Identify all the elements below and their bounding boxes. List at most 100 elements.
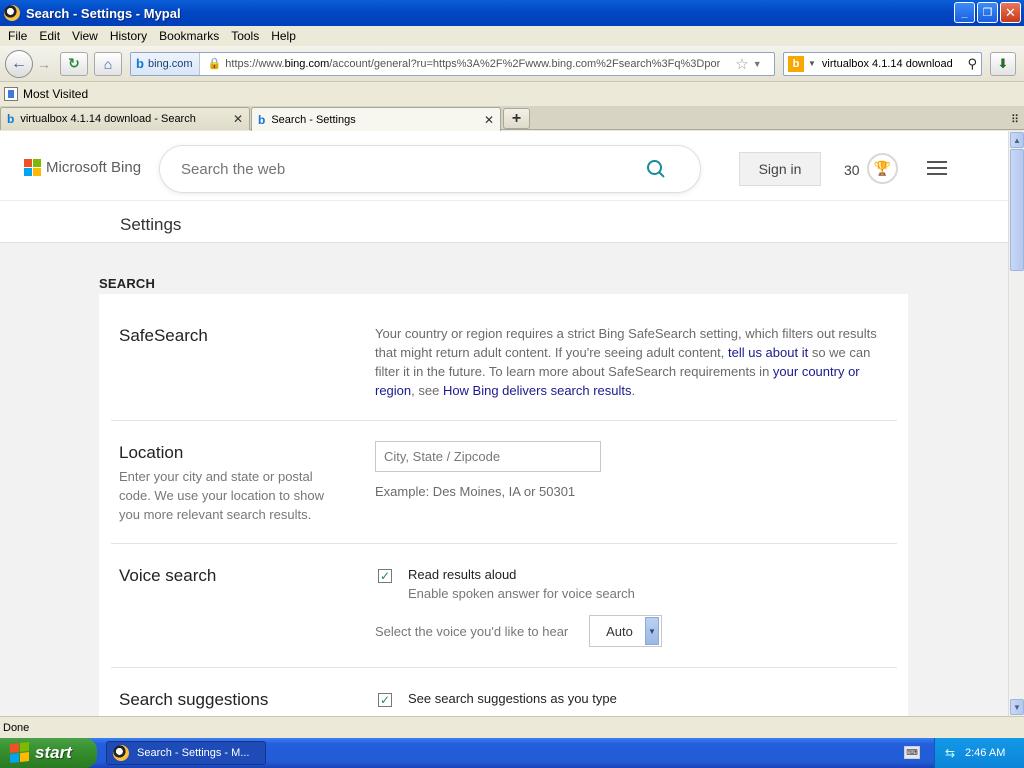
location-row: Location Enter your city and state or po…: [111, 421, 897, 544]
chevron-down-icon[interactable]: ▼: [645, 617, 659, 645]
taskbar-item-mypal[interactable]: Search - Settings - M...: [106, 741, 266, 765]
search-bar-query[interactable]: virtualbox 4.1.14 download: [822, 58, 968, 70]
back-arrow-icon: ←: [11, 54, 27, 72]
checkmark-icon: ✓: [379, 569, 391, 583]
tab-close-icon[interactable]: ✕: [233, 112, 243, 126]
tab-strip: b virtualbox 4.1.14 download - Search ✕ …: [0, 106, 1024, 131]
url-text[interactable]: https://www.bing.com/account/general?ru=…: [225, 58, 729, 70]
bookmarks-toolbar: Most Visited: [0, 83, 1024, 105]
voice-select[interactable]: Auto ▼: [589, 615, 662, 647]
scrollbar-thumb[interactable]: [1010, 149, 1024, 271]
menu-bookmarks[interactable]: Bookmarks: [153, 29, 225, 43]
desktop: Search - Settings - Mypal _ ❐ ✕ File Edi…: [0, 0, 1024, 768]
settings-bar: Settings: [0, 201, 1008, 243]
reload-button[interactable]: ↻: [60, 51, 88, 76]
suggestions-checkbox[interactable]: ✓: [378, 693, 392, 707]
mypal-app-icon: [4, 5, 20, 21]
section-heading-search: SEARCH: [99, 276, 156, 291]
close-button[interactable]: ✕: [1000, 2, 1021, 23]
downloads-button[interactable]: ⬇: [990, 51, 1016, 76]
page-title: Settings: [120, 215, 182, 234]
forward-arrow-icon: →: [37, 55, 51, 72]
search-go-icon[interactable]: ⚲: [967, 56, 977, 72]
hamburger-menu-icon[interactable]: [927, 161, 947, 175]
forward-button[interactable]: →: [34, 53, 54, 75]
bing-search-input[interactable]: [181, 160, 641, 178]
new-tab-button[interactable]: +: [503, 108, 530, 129]
window-title: Search - Settings - Mypal: [26, 5, 181, 21]
windows-logo-icon: [10, 742, 30, 764]
voice-search-title: Voice search: [119, 566, 217, 585]
tab-search-settings[interactable]: b Search - Settings ✕: [251, 107, 501, 131]
taskbar-item-label: Search - Settings - M...: [137, 747, 250, 759]
search-icon[interactable]: [645, 158, 667, 180]
search-bar[interactable]: b ▼ virtualbox 4.1.14 download ⚲: [783, 51, 982, 76]
site-identity-button[interactable]: b bing.com: [131, 52, 200, 75]
bookmark-most-visited[interactable]: Most Visited: [23, 87, 88, 101]
menu-edit[interactable]: Edit: [33, 29, 66, 43]
voice-search-row: Voice search ✓ Read results aloud Enable…: [111, 544, 897, 668]
status-bar: Done: [0, 716, 1024, 738]
url-dropdown-icon[interactable]: ▼: [753, 59, 762, 69]
tab-list-icon[interactable]: ⠿: [1011, 113, 1019, 126]
network-icon[interactable]: ⇆: [943, 746, 957, 760]
sign-in-button[interactable]: Sign in: [739, 152, 821, 186]
search-suggestions-row: Search suggestions ✓ See search suggesti…: [111, 668, 897, 716]
tab-label: Search - Settings: [271, 113, 356, 126]
menu-view[interactable]: View: [66, 29, 104, 43]
navigation-toolbar: ← → ↻ ⌂ b bing.com 🔒 https://www.bing.co…: [0, 46, 1024, 82]
back-button[interactable]: ←: [5, 49, 33, 78]
taskbar: start Search - Settings - M... ⌨ ⇆ 2:46 …: [0, 738, 1024, 768]
search-suggestions-title: Search suggestions: [119, 690, 269, 709]
safesearch-row: SafeSearch Your country or region requir…: [111, 294, 897, 421]
reload-icon: ↻: [68, 55, 80, 71]
tab-virtualbox-search[interactable]: b virtualbox 4.1.14 download - Search ✕: [0, 107, 250, 130]
read-aloud-sublabel: Enable spoken answer for voice search: [408, 586, 635, 601]
menu-history[interactable]: History: [104, 29, 153, 43]
menu-bar: File Edit View History Bookmarks Tools H…: [0, 26, 1024, 46]
menu-tools[interactable]: Tools: [225, 29, 265, 43]
scroll-up-icon[interactable]: ▲: [1010, 132, 1024, 148]
bing-search-box[interactable]: [160, 146, 700, 192]
read-aloud-label[interactable]: Read results aloud: [408, 567, 516, 582]
home-button[interactable]: ⌂: [94, 51, 122, 76]
start-button[interactable]: start: [0, 738, 97, 768]
suggestions-label[interactable]: See search suggestions as you type: [408, 691, 617, 706]
download-arrow-icon: ⬇: [997, 55, 1009, 71]
address-bar[interactable]: b bing.com 🔒 https://www.bing.com/accoun…: [130, 51, 775, 76]
voice-select-value: Auto: [606, 623, 633, 639]
safesearch-text: Your country or region requires a strict…: [375, 324, 890, 400]
bing-brand-text: Microsoft Bing: [46, 159, 142, 176]
location-input[interactable]: City, State / Zipcode: [375, 441, 601, 472]
checkmark-icon: ✓: [379, 693, 391, 707]
page-scrollbar[interactable]: ▲ ▼: [1008, 131, 1024, 716]
tab-close-icon[interactable]: ✕: [484, 113, 494, 127]
menu-file[interactable]: File: [2, 29, 33, 43]
mypal-app-icon: [113, 745, 129, 761]
location-title: Location: [119, 443, 184, 462]
minimize-button[interactable]: _: [954, 2, 975, 23]
bookmark-star-icon[interactable]: ☆: [735, 55, 748, 73]
bing-favicon-icon: b: [258, 112, 266, 127]
site-identity-label: bing.com: [147, 57, 193, 70]
maximize-button[interactable]: ❐: [977, 2, 998, 23]
read-aloud-checkbox[interactable]: ✓: [378, 569, 392, 583]
tell-us-link[interactable]: tell us about it: [728, 345, 808, 360]
search-engine-dropdown-icon[interactable]: ▼: [808, 59, 816, 68]
rewards-trophy-icon[interactable]: 🏆: [867, 153, 898, 184]
rewards-points[interactable]: 30: [844, 162, 860, 178]
menu-help[interactable]: Help: [265, 29, 302, 43]
how-bing-delivers-link[interactable]: How Bing delivers search results: [443, 383, 632, 398]
plus-icon: +: [511, 109, 522, 127]
keyboard-layout-icon[interactable]: ⌨: [904, 746, 920, 759]
search-engine-icon[interactable]: b: [788, 55, 804, 72]
settings-panel: SafeSearch Your country or region requir…: [99, 294, 908, 716]
bing-logo[interactable]: Microsoft Bing: [24, 159, 141, 176]
bookmark-folder-icon: [4, 87, 18, 101]
clock[interactable]: 2:46 AM: [965, 747, 1005, 759]
safesearch-title: SafeSearch: [119, 326, 208, 345]
window-title-bar[interactable]: Search - Settings - Mypal _ ❐ ✕: [0, 0, 1024, 26]
home-icon: ⌂: [103, 55, 113, 72]
scroll-down-icon[interactable]: ▼: [1010, 699, 1024, 715]
microsoft-logo-icon: [24, 159, 41, 176]
